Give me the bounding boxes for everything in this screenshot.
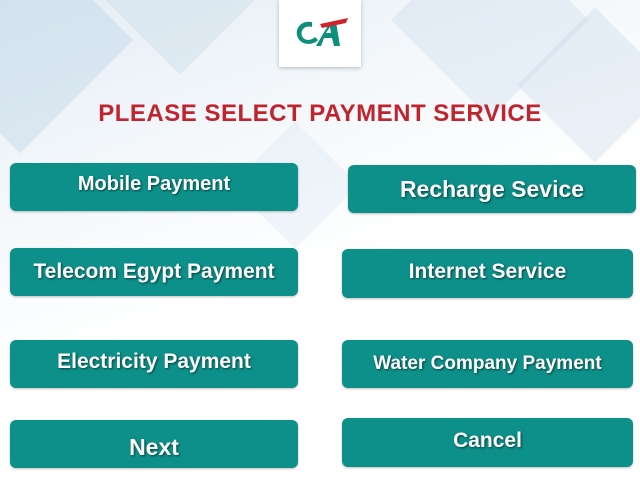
water-company-payment-label: Water Company Payment — [373, 353, 602, 374]
next-button[interactable]: Next — [10, 420, 298, 468]
electricity-payment-button[interactable]: Electricity Payment — [10, 340, 298, 388]
cancel-button[interactable]: Cancel — [342, 418, 633, 467]
telecom-egypt-payment-label: Telecom Egypt Payment — [33, 260, 275, 283]
background-shape — [0, 0, 134, 154]
water-company-payment-button[interactable]: Water Company Payment — [342, 340, 633, 388]
internet-service-button[interactable]: Internet Service — [342, 249, 633, 298]
bank-logo — [279, 0, 361, 67]
electricity-payment-label: Electricity Payment — [57, 350, 251, 373]
recharge-service-label: Recharge Sevice — [399, 175, 585, 202]
telecom-egypt-payment-button[interactable]: Telecom Egypt Payment — [10, 248, 298, 296]
next-label: Next — [129, 434, 179, 460]
internet-service-label: Internet Service — [408, 260, 567, 283]
recharge-service-button[interactable]: Recharge Sevice — [348, 165, 636, 213]
mobile-payment-label: Mobile Payment — [77, 173, 231, 195]
cancel-label: Cancel — [453, 429, 522, 452]
mobile-payment-button[interactable]: Mobile Payment — [10, 163, 298, 211]
credit-agricole-logo-icon — [296, 17, 348, 46]
page-title: PLEASE SELECT PAYMENT SERVICE — [98, 100, 542, 127]
